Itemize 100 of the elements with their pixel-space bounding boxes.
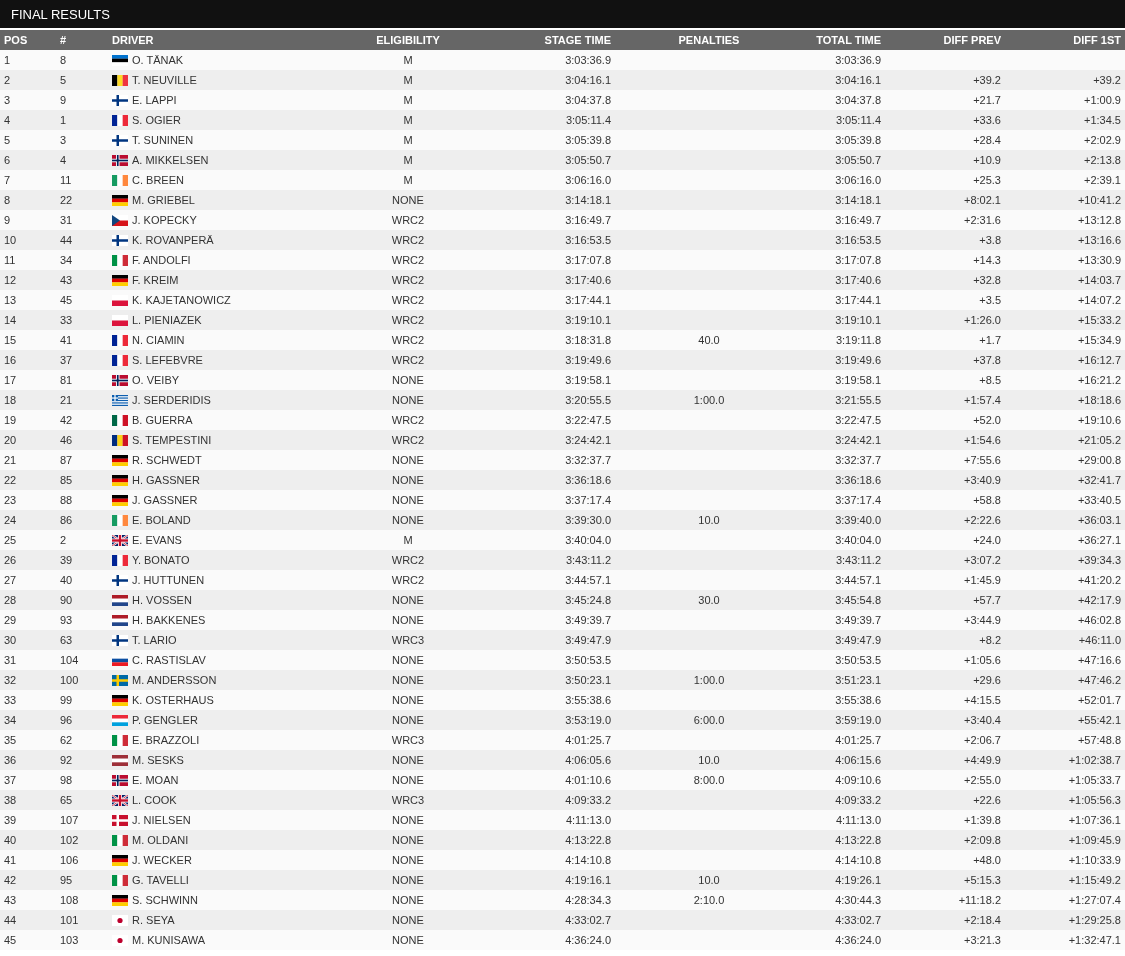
driver-name: O. VEIBY <box>132 374 180 386</box>
table-cell-text: 3:19:58.1 <box>564 374 612 386</box>
table-cell-text: 3:55:38.6 <box>564 694 612 706</box>
table-cell: +3:40.9 <box>964 474 1001 486</box>
table-cell: +39.2 <box>1093 74 1121 86</box>
table-cell-text: 3:17:44.1 <box>834 294 882 306</box>
table-cell-text: 34 <box>59 254 74 266</box>
driver-name: J. GASSNER <box>132 494 198 506</box>
table-cell-text: 3:37:17.4 <box>564 494 612 506</box>
table-cell-text: 3:04:16.1 <box>834 74 882 86</box>
table-cell: +15:34.9 <box>1077 334 1121 346</box>
flag-icon <box>112 854 128 866</box>
table-cell-text: 2 <box>3 74 12 86</box>
flag-icon <box>112 194 128 206</box>
flag-icon <box>112 254 128 266</box>
driver-name: N. CIAMIN <box>132 334 185 346</box>
table-cell: +2:09.8 <box>964 834 1001 846</box>
table-cell-text: 88 <box>59 494 74 506</box>
table-cell: +5:15.3 <box>964 874 1001 886</box>
table-cell-text: WRC2 <box>390 234 426 246</box>
table-cell-text: 39 <box>3 814 18 826</box>
flag-icon <box>112 234 128 246</box>
column-header: STAGE TIME <box>543 34 612 46</box>
table-cell-text: 15 <box>3 334 18 346</box>
table-cell-text: 4:14:10.8 <box>564 854 612 866</box>
table-cell: +1:57.4 <box>964 394 1001 406</box>
table-cell-text: 11 <box>3 254 17 266</box>
table-cell: +19:10.6 <box>1077 414 1121 426</box>
table-cell-text: 3:04:37.8 <box>564 94 612 106</box>
column-header: DIFF 1ST <box>1072 34 1122 46</box>
flag-icon <box>112 394 128 406</box>
table-cell: +32.8 <box>973 274 1001 286</box>
flag-icon <box>112 54 128 66</box>
page-title: FINAL RESULTS <box>11 6 110 22</box>
driver-name: E. EVANS <box>132 534 182 546</box>
table-cell-text: 3:20:55.5 <box>564 394 612 406</box>
table-cell: +13:12.8 <box>1077 214 1121 226</box>
table-cell-text: 3:19:49.6 <box>834 354 882 366</box>
table-cell: +1.7 <box>979 334 1001 346</box>
table-cell-text: 6 <box>3 154 12 166</box>
table-cell: +7:55.6 <box>964 454 1001 466</box>
table-cell-text: M <box>402 134 414 146</box>
table-cell-text: 40 <box>3 834 18 846</box>
column-header: POS <box>3 34 29 46</box>
table-cell-text: 27 <box>3 574 18 586</box>
table-cell: +52:01.7 <box>1077 694 1121 706</box>
table-cell: +3:07.2 <box>964 554 1001 566</box>
table-cell: +14:03.7 <box>1077 274 1121 286</box>
table-cell-text: 98 <box>59 774 74 786</box>
table-cell: +41:20.2 <box>1077 574 1121 586</box>
table-cell: +10.9 <box>973 154 1001 166</box>
table-cell-text: NONE <box>391 194 425 206</box>
table-cell-text: 86 <box>59 514 74 526</box>
table-cell-text: 3:24:42.1 <box>564 434 612 446</box>
table-cell-text: NONE <box>391 834 425 846</box>
table-cell: +3:21.3 <box>964 934 1001 946</box>
table-cell-text: 3:17:40.6 <box>834 274 882 286</box>
table-cell-text: 3:39:30.0 <box>564 514 612 526</box>
table-cell-text: 3:36:18.6 <box>834 474 882 486</box>
table-cell: +2:22.6 <box>964 514 1001 526</box>
table-cell: +57.7 <box>973 594 1001 606</box>
table-cell-text: 20 <box>3 434 18 446</box>
flag-icon <box>112 374 128 386</box>
flag-icon <box>112 354 128 366</box>
table-cell-text: 3:18:31.8 <box>564 334 612 346</box>
column-header: ELIGIBILITY <box>375 34 441 46</box>
flag-icon <box>112 514 128 526</box>
table-cell-text: 23 <box>3 494 18 506</box>
table-cell-text: 101 <box>59 914 80 926</box>
table-cell: +4:15.5 <box>964 694 1001 706</box>
table-cell-text: 41 <box>59 334 74 346</box>
table-cell: +1:26.0 <box>964 314 1001 326</box>
table-cell: +58.8 <box>973 494 1001 506</box>
driver-name: J. KOPECKY <box>132 214 197 226</box>
flag-icon <box>112 794 128 806</box>
table-cell-text: 3 <box>59 134 68 146</box>
table-cell: +16:12.7 <box>1077 354 1121 366</box>
table-cell-text: 22 <box>3 474 18 486</box>
table-cell-text: NONE <box>391 614 425 626</box>
table-cell: +2:06.7 <box>964 734 1001 746</box>
table-cell-text: 65 <box>59 794 74 806</box>
table-cell-text: M <box>402 54 414 66</box>
table-cell-text: 16 <box>3 354 18 366</box>
table-cell-text: 4:36:24.0 <box>834 934 882 946</box>
flag-icon <box>112 554 128 566</box>
table-cell: +11:18.2 <box>958 894 1001 906</box>
flag-icon <box>112 214 128 226</box>
table-cell: +52.0 <box>973 414 1001 426</box>
driver-name: S. TEMPESTINI <box>132 434 212 446</box>
table-cell-text: 106 <box>59 854 80 866</box>
table-cell-text: 4:11:13.0 <box>834 814 882 826</box>
table-cell-text: 21 <box>59 394 74 406</box>
table-cell: +1:10:33.9 <box>1068 854 1121 866</box>
table-cell: +47:46.2 <box>1077 674 1121 686</box>
table-cell-text: 4:01:10.6 <box>564 774 612 786</box>
table-cell: +1:05:33.7 <box>1068 774 1121 786</box>
table-cell: 30.0 <box>698 594 720 606</box>
column-header: DIFF PREV <box>942 34 1002 46</box>
table-cell-text: 34 <box>3 714 18 726</box>
table-cell: +13:16.6 <box>1077 234 1121 246</box>
